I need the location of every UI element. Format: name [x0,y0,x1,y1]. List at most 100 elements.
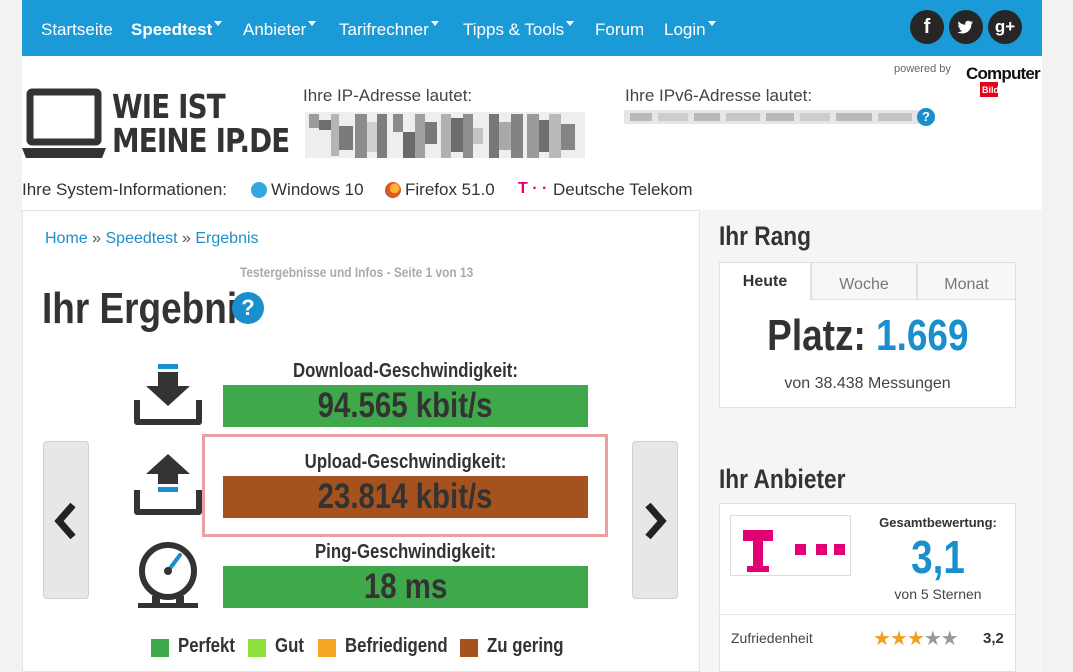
logo-line-1: WIE IST [112,87,226,126]
star-icon: ★ [906,626,925,650]
chevron-down-icon [308,21,317,26]
ping-label: Ping-Geschwindigkeit: [314,541,497,563]
star-icon: ★ [940,626,959,650]
facebook-glyph: f [923,16,931,38]
firefox-icon [385,182,401,198]
rank-line: Platz: 1.669 [719,311,1016,361]
laptop-logo-icon[interactable] [22,88,106,160]
chevron-down-icon [214,21,223,26]
browser-value: Firefox 51.0 [405,180,495,199]
tab-monat[interactable]: Monat [917,262,1016,300]
google-plus-icon[interactable]: g+ [988,10,1022,44]
rank-title: Ihr Rang [719,221,811,251]
os-value: Windows 10 [271,180,364,199]
facebook-icon[interactable]: f [910,10,944,44]
legend-label-zu-gering: Zu gering [487,635,578,659]
ipv6-help-icon[interactable]: ? [917,108,935,126]
nav-item-forum[interactable]: Forum [595,20,644,40]
breadcrumb-home[interactable]: Home [45,230,88,247]
telekom-logo-mark [743,530,845,572]
twitter-bird-glyph [957,20,973,34]
star-rating: ★★★★★ [873,626,959,650]
tab-woche[interactable]: Woche [811,262,917,300]
logo-line-2: MEINE IP.DE [112,121,290,160]
rating-value-text: 3,1 [911,531,965,583]
download-icon [134,364,202,425]
page-title: Ihr Ergebnis [42,284,258,333]
tab-heute[interactable]: Heute [719,262,811,300]
telekom-logo[interactable] [730,515,851,576]
legend-label-befriedigend: Befriedigend [345,635,467,659]
browser-viewport: Startseite Speedtest Anbieter Tarifrechn… [0,0,1073,672]
nav-item-startseite[interactable]: Startseite [41,20,113,40]
nav-item-anbieter[interactable]: Anbieter [243,20,317,40]
nav-item-label: Forum [595,20,645,39]
isp-value: Deutsche Telekom [553,180,693,199]
satisfaction-label: Zufriedenheit [731,630,813,646]
breadcrumb-separator: » [182,230,191,247]
result-help-icon[interactable]: ? [232,292,264,324]
provider-title: Ihr Anbieter [719,464,846,494]
rating-scale: von 5 Sternen [894,586,982,602]
partner-logo-line-1: Computer [966,64,1041,83]
computer-bild-logo[interactable]: Computer Bild [966,63,1042,99]
satisfaction-value: 3,2 [983,630,1004,647]
windows-icon [251,182,267,198]
breadcrumb-result[interactable]: Ergebnis [195,230,258,247]
rating-value: 3,1 [868,530,1008,584]
ip-address-label: Ihre IP-Adresse lautet: [303,86,473,105]
legend-text: Gut [275,635,304,657]
upload-highlight-box [202,434,608,537]
legend-text: Befriedigend [345,635,448,657]
ip-address-pixelated [305,112,585,158]
nav-item-tarifrechner[interactable]: Tarifrechner [339,20,439,40]
legend-swatch-befriedigend [318,639,336,657]
nav-item-label: Login [664,20,706,39]
nav-item-label: Tipps & Tools [463,20,565,39]
breadcrumb-separator: » [92,230,102,247]
rank-prefix: Platz: [766,311,866,360]
previous-arrow-button[interactable] [43,441,89,599]
nav-item-speedtest[interactable]: Speedtest [131,20,223,40]
download-speed-bar: 94.565 kbit/s [223,385,588,427]
star-icon: ★ [889,626,908,650]
star-icon: ★ [923,626,942,650]
chevron-left-icon [54,502,76,540]
breadcrumb-speedtest[interactable]: Speedtest [106,230,178,247]
result-subtitle: Testergebnisse und Infos - Seite 1 von 1… [240,264,474,280]
chevron-down-icon [566,21,575,26]
google-plus-glyph: g+ [994,17,1016,36]
download-speed-value: 94.565 kbit/s [318,386,493,425]
legend-label-perfect: Perfekt [178,635,246,659]
nav-item-label: Anbieter [243,20,307,39]
legend-text: Perfekt [178,635,235,657]
legend-swatch-gut [248,639,266,657]
ping-gauge-icon [138,542,198,608]
powered-by-label: powered by [894,63,951,75]
legend-label-gut: Gut [275,635,309,659]
ipv6-address-pixelated [624,110,919,124]
nav-item-label: Tarifrechner [339,20,429,39]
nav-item-label: Speedtest [131,20,213,39]
star-icon: ★ [873,626,891,650]
nav-item-label: Startseite [41,20,113,39]
chevron-right-icon [645,502,667,540]
twitter-icon[interactable] [949,10,983,44]
telekom-icon: T · · [518,180,548,197]
legend-swatch-perfect [151,639,169,657]
partner-logo-line-2: Bild [982,85,999,95]
rank-count: von 38.438 Messungen [784,375,951,392]
upload-icon [134,454,202,515]
system-info-label: Ihre System-Informationen: [22,180,228,199]
chevron-down-icon [707,21,716,26]
breadcrumb: Home » Speedtest » Ergebnis [45,230,259,248]
download-label: Download-Geschwindigkeit: [293,360,518,382]
site-logo-text[interactable]: WIE IST MEINE IP.DE [112,87,290,160]
nav-item-tipps-tools[interactable]: Tipps & Tools [463,20,575,40]
ping-speed-value: 18 ms [363,567,448,606]
legend-text: Zu gering [487,635,564,657]
next-arrow-button[interactable] [632,441,678,599]
legend-swatch-zu-gering [460,639,478,657]
rating-label: Gesamtbewertung: [879,515,997,530]
nav-item-login[interactable]: Login [664,20,716,40]
